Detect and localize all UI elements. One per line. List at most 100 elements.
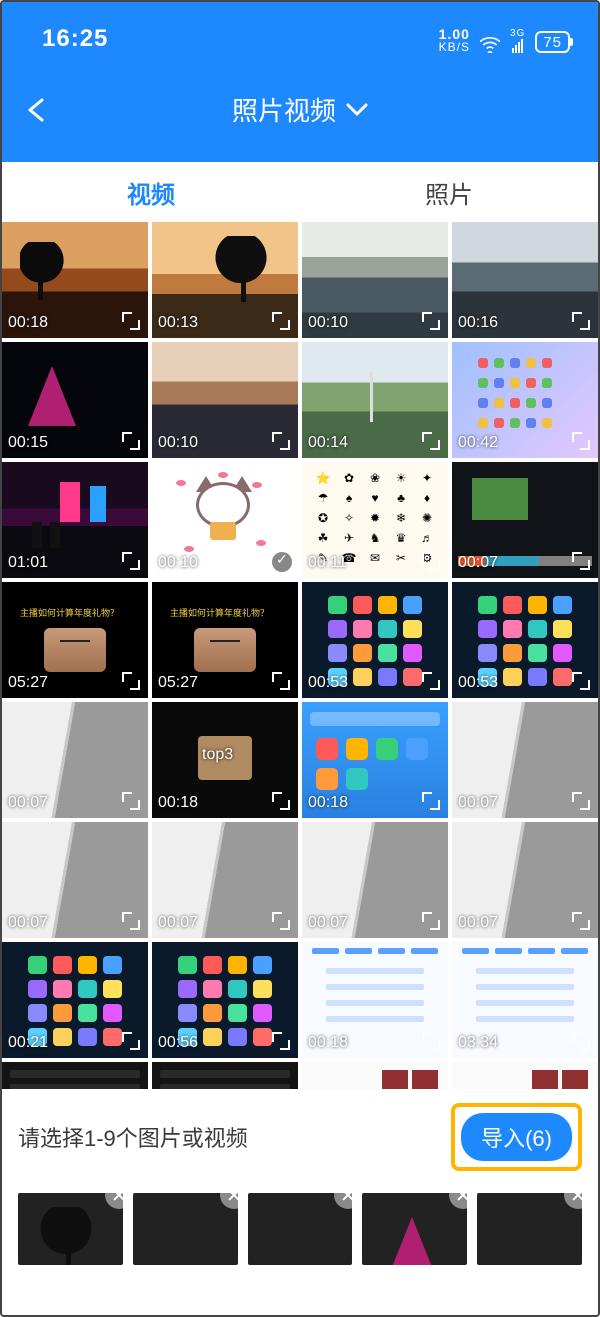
remove-selection-button[interactable] xyxy=(105,1193,123,1209)
network-speed: 1.00 KB/S xyxy=(439,27,470,53)
video-thumbnail[interactable]: 00:56 xyxy=(152,942,298,1058)
expand-icon xyxy=(122,792,140,810)
video-thumbnail[interactable]: 00:14 xyxy=(302,342,448,458)
expand-icon xyxy=(422,432,440,450)
expand-icon xyxy=(572,432,590,450)
expand-icon xyxy=(572,1032,590,1050)
selected-media-row xyxy=(18,1193,582,1265)
expand-icon xyxy=(422,1032,440,1050)
video-duration: 00:07 xyxy=(8,794,48,812)
video-duration: 00:10 xyxy=(308,314,348,332)
expand-icon xyxy=(122,312,140,330)
tab-video[interactable]: 视频 xyxy=(2,175,300,210)
video-duration: 00:07 xyxy=(458,554,498,572)
video-duration: 00:56 xyxy=(158,1034,198,1052)
video-thumbnail[interactable]: 00:07 xyxy=(152,822,298,938)
video-thumbnail[interactable]: 00:10 xyxy=(152,342,298,458)
video-thumbnail[interactable]: 01:01 xyxy=(2,462,148,578)
video-thumbnail[interactable]: 00:15 xyxy=(2,342,148,458)
expand-icon xyxy=(272,1032,290,1050)
media-grid-container[interactable]: 00:18 00:13 00:10 00:16 00:15 00:10 00:14 00:42… xyxy=(2,222,598,1089)
video-duration: 05:27 xyxy=(158,674,198,692)
video-duration: 00:07 xyxy=(8,914,48,932)
video-duration: 00:18 xyxy=(308,1034,348,1052)
video-duration: 00:13 xyxy=(158,314,198,332)
expand-icon xyxy=(422,312,440,330)
media-grid: 00:18 00:13 00:10 00:16 00:15 00:10 00:14 00:42… xyxy=(2,222,598,1089)
video-thumbnail[interactable]: 00:07 xyxy=(302,822,448,938)
video-thumbnail[interactable]: 00:10 xyxy=(152,462,298,578)
video-thumbnail[interactable] xyxy=(302,1062,448,1089)
selected-thumbnail[interactable] xyxy=(477,1193,582,1265)
selected-thumbnail[interactable] xyxy=(18,1193,123,1265)
video-thumbnail[interactable]: 00:18 xyxy=(302,942,448,1058)
video-thumbnail[interactable] xyxy=(452,1062,598,1089)
remove-selection-button[interactable] xyxy=(334,1193,352,1209)
tab-photo[interactable]: 照片 xyxy=(300,175,598,210)
video-thumbnail[interactable]: 00:13 xyxy=(152,222,298,338)
expand-icon xyxy=(122,552,140,570)
expand-icon xyxy=(572,912,590,930)
video-duration: 00:16 xyxy=(458,314,498,332)
status-indicators: 1.00 KB/S 3G 75 xyxy=(439,27,570,53)
video-thumbnail[interactable]: 00:42 xyxy=(452,342,598,458)
video-thumbnail[interactable]: 00:07 xyxy=(452,462,598,578)
video-thumbnail[interactable]: 主播如何计算年度礼物？05:27 xyxy=(2,582,148,698)
video-thumbnail[interactable]: 00:21 xyxy=(2,942,148,1058)
expand-icon xyxy=(272,672,290,690)
expand-icon xyxy=(422,552,440,570)
video-thumbnail[interactable]: 00:07 xyxy=(2,702,148,818)
import-highlight: 导入(6) xyxy=(451,1103,582,1171)
video-thumbnail[interactable]: 00:07 xyxy=(2,822,148,938)
expand-icon xyxy=(272,432,290,450)
video-thumbnail[interactable]: 00:18 xyxy=(302,702,448,818)
video-thumbnail[interactable]: 00:16 xyxy=(452,222,598,338)
video-thumbnail[interactable]: 00:53 xyxy=(452,582,598,698)
selected-thumbnail[interactable] xyxy=(133,1193,238,1265)
video-duration: 00:53 xyxy=(458,674,498,692)
chevron-down-icon xyxy=(346,103,368,117)
video-duration: 00:07 xyxy=(158,914,198,932)
selection-panel: 请选择1-9个图片或视频 导入(6) xyxy=(2,1089,598,1315)
video-duration: 00:18 xyxy=(8,314,48,332)
remove-selection-button[interactable] xyxy=(220,1193,238,1209)
remove-selection-button[interactable] xyxy=(449,1193,467,1209)
video-thumbnail[interactable]: ⭐✿❀☀✦☂♠♥♣♦✪✧✹❄✺☘✈♞♛♬✎☎✉✂⚙00:11 xyxy=(302,462,448,578)
video-thumbnail[interactable]: 03:34 xyxy=(452,942,598,1058)
video-duration: 00:15 xyxy=(8,434,48,452)
video-thumbnail[interactable]: 00:07 xyxy=(452,702,598,818)
expand-icon xyxy=(572,792,590,810)
expand-icon xyxy=(572,672,590,690)
video-thumbnail[interactable] xyxy=(152,1062,298,1089)
video-thumbnail[interactable]: 00:18 xyxy=(2,222,148,338)
expand-icon xyxy=(122,1032,140,1050)
expand-icon xyxy=(572,552,590,570)
video-thumbnail[interactable] xyxy=(2,1062,148,1089)
video-duration: 00:53 xyxy=(308,674,348,692)
video-thumbnail[interactable]: 00:53 xyxy=(302,582,448,698)
title-dropdown[interactable]: 照片视频 xyxy=(232,91,368,128)
page-title: 照片视频 xyxy=(232,91,336,128)
video-thumbnail[interactable]: 00:18top3 xyxy=(152,702,298,818)
video-thumbnail[interactable]: 00:07 xyxy=(452,822,598,938)
video-duration: 00:18 xyxy=(308,794,348,812)
video-thumbnail[interactable]: 00:10 xyxy=(302,222,448,338)
remove-selection-button[interactable] xyxy=(564,1193,582,1209)
expand-icon xyxy=(272,312,290,330)
status-bar: 16:25 1.00 KB/S 3G 75 xyxy=(2,2,598,57)
import-button[interactable]: 导入(6) xyxy=(461,1113,572,1161)
video-duration: 03:34 xyxy=(458,1034,498,1052)
video-duration: 00:14 xyxy=(308,434,348,452)
selected-thumbnail[interactable] xyxy=(362,1193,467,1265)
nav-row: 照片视频 xyxy=(2,57,598,162)
video-duration: 00:42 xyxy=(458,434,498,452)
back-button[interactable] xyxy=(26,98,48,122)
video-duration: 00:11 xyxy=(308,554,347,572)
video-duration: 00:07 xyxy=(308,914,348,932)
expand-icon xyxy=(272,792,290,810)
selected-thumbnail[interactable] xyxy=(248,1193,353,1265)
video-duration: 00:21 xyxy=(8,1034,48,1052)
tab-bar: 视频 照片 xyxy=(2,162,598,222)
app-header: 16:25 1.00 KB/S 3G 75 照片视频 xyxy=(2,2,598,162)
video-thumbnail[interactable]: 主播如何计算年度礼物？05:27 xyxy=(152,582,298,698)
